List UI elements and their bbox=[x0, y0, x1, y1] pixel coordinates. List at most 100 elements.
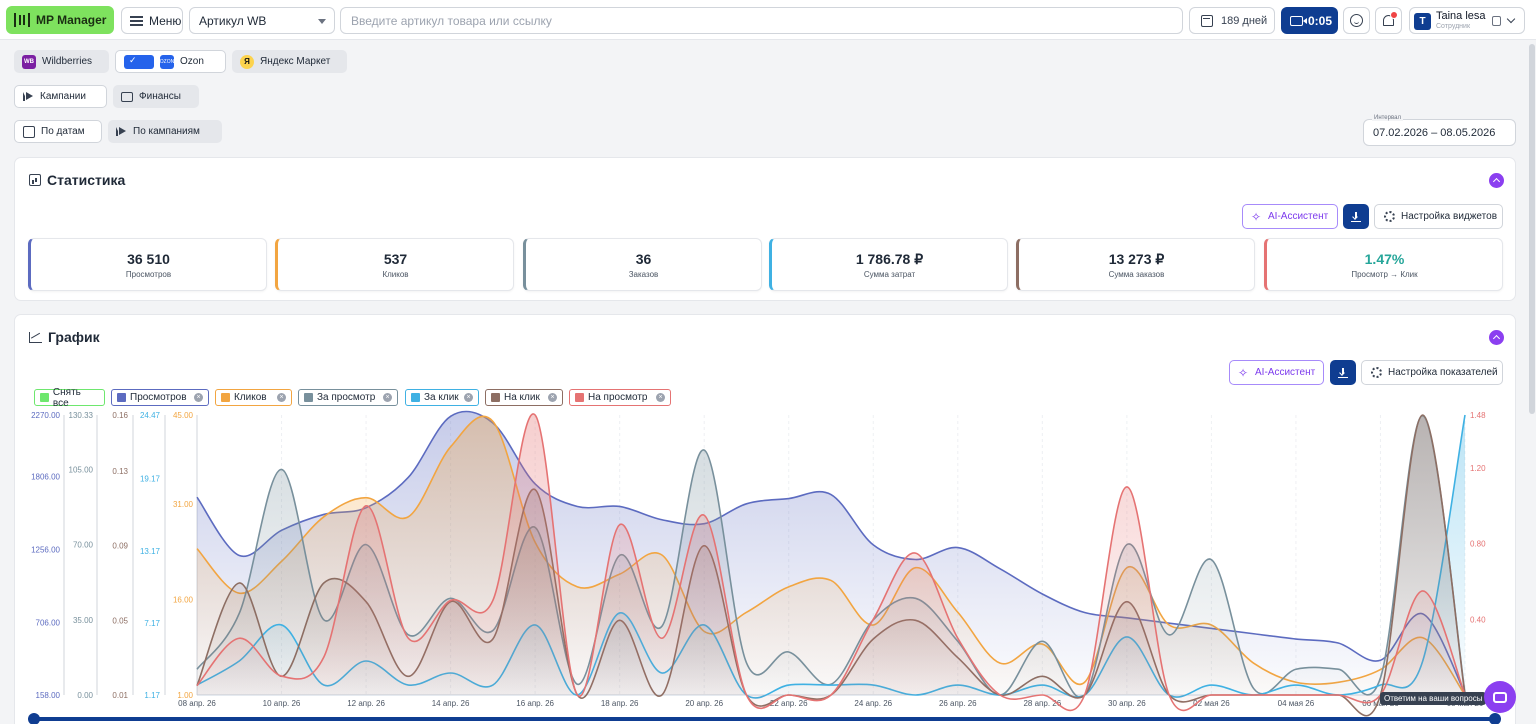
video-camera-icon bbox=[1290, 15, 1307, 26]
settings-label: Настройка показателей bbox=[1388, 367, 1498, 378]
video-timer-button[interactable]: 0:05 bbox=[1281, 7, 1338, 34]
legend-swatch bbox=[304, 393, 313, 402]
legend-item[interactable]: Снять все bbox=[34, 386, 105, 409]
scrollbar-thumb[interactable] bbox=[1529, 44, 1535, 414]
range-slider-start-handle[interactable] bbox=[28, 713, 40, 724]
legend-item[interactable]: За клик × bbox=[405, 389, 479, 406]
subscription-days-button[interactable]: 189 дней bbox=[1189, 7, 1275, 34]
interval-label: Интервал bbox=[1372, 115, 1403, 121]
marketplace-ozon[interactable]: OZON Ozon bbox=[115, 50, 226, 73]
kpi-label: Сумма заказов bbox=[1108, 270, 1165, 279]
download-button[interactable] bbox=[1343, 204, 1369, 229]
view-by-dates[interactable]: По датам bbox=[14, 120, 102, 143]
page-scrollbar[interactable] bbox=[1528, 40, 1536, 724]
remove-series-icon[interactable]: × bbox=[383, 393, 392, 402]
kpi-orders: 36 Заказов bbox=[523, 238, 762, 291]
days-label: 189 дней bbox=[1221, 14, 1268, 27]
hamburger-icon bbox=[130, 15, 143, 26]
article-type-value: Артикул WB bbox=[199, 13, 267, 28]
barcode-icon bbox=[14, 13, 30, 27]
legend-label: На просмотр bbox=[588, 392, 648, 403]
ozon-toggle[interactable] bbox=[124, 54, 154, 69]
card-title-text: График bbox=[48, 329, 100, 345]
kpi-value: 36 510 bbox=[127, 251, 170, 267]
search-input[interactable] bbox=[340, 7, 1183, 34]
tab-label: Кампании bbox=[40, 91, 86, 102]
range-slider-track[interactable] bbox=[33, 717, 1495, 721]
kpi-label: Кликов bbox=[382, 270, 409, 279]
view-label: По датам bbox=[41, 126, 85, 137]
megaphone-icon bbox=[116, 127, 127, 136]
legend-item[interactable]: На просмотр × bbox=[569, 389, 671, 406]
graph-card: График ✧ AI-Ассистент Настройка показате… bbox=[14, 314, 1516, 724]
marketplace-label: Яндекс Маркет bbox=[260, 56, 331, 67]
statistics-card: Статистика ✧ AI-Ассистент Настройка видж… bbox=[14, 157, 1516, 301]
emoji-button[interactable] bbox=[1343, 7, 1370, 34]
marketplace-yandex[interactable]: Я Яндекс Маркет bbox=[232, 50, 347, 73]
ai-label: AI-Ассистент bbox=[1255, 367, 1316, 378]
remove-series-icon[interactable]: × bbox=[464, 393, 473, 402]
kpi-value: 36 bbox=[635, 251, 652, 267]
chevron-down-icon bbox=[318, 19, 326, 24]
legend-item[interactable]: На клик × bbox=[485, 389, 563, 406]
legend-swatch bbox=[40, 393, 49, 402]
user-role: Сотрудник bbox=[1436, 23, 1471, 30]
legend-label: Снять все bbox=[52, 386, 81, 409]
remove-series-icon[interactable]: × bbox=[548, 393, 557, 402]
tab-label: Финансы bbox=[139, 91, 181, 102]
range-slider-end-handle[interactable] bbox=[1489, 713, 1501, 724]
user-menu[interactable]: T Taina lesa Сотрудник bbox=[1409, 7, 1525, 34]
tab-finance[interactable]: Финансы bbox=[113, 85, 199, 108]
card-title-text: Статистика bbox=[47, 172, 126, 188]
kpi-label: Сумма затрат bbox=[863, 270, 916, 279]
download-icon bbox=[1351, 211, 1361, 222]
logo-text: MP Manager bbox=[36, 13, 107, 27]
metric-settings-button[interactable]: Настройка показателей bbox=[1361, 360, 1503, 385]
ozon-logo-icon: OZON bbox=[160, 54, 174, 69]
collapse-button[interactable] bbox=[1489, 330, 1504, 345]
article-type-select[interactable]: Артикул WB bbox=[189, 7, 335, 34]
menu-label: Меню bbox=[149, 13, 182, 28]
calendar-icon bbox=[1201, 14, 1213, 27]
view-by-campaigns[interactable]: По кампаниям bbox=[108, 120, 222, 143]
copy-icon[interactable] bbox=[1492, 16, 1501, 26]
top-bar: MP Manager Меню Артикул WB 189 дней 0:05… bbox=[0, 0, 1536, 40]
marketplace-wildberries[interactable]: WB Wildberries bbox=[14, 50, 109, 73]
remove-series-icon[interactable]: × bbox=[194, 393, 203, 402]
collapse-button[interactable] bbox=[1489, 173, 1504, 188]
legend-label: Просмотров bbox=[130, 392, 187, 403]
view-label: По кампаниям bbox=[133, 126, 200, 137]
chat-icon bbox=[1493, 691, 1507, 703]
download-button[interactable] bbox=[1330, 360, 1356, 385]
help-tooltip: Ответим на ваши вопросы bbox=[1380, 692, 1487, 705]
kpi-label: Заказов bbox=[628, 270, 659, 279]
ai-assistant-button[interactable]: ✧ AI-Ассистент bbox=[1242, 204, 1338, 229]
kpi-order-sum: 13 273 ₽ Сумма заказов bbox=[1016, 238, 1255, 291]
legend-swatch bbox=[411, 393, 420, 402]
kpi-clicks: 537 Кликов bbox=[275, 238, 514, 291]
kpi-ctr: 1.47% Просмотр → Клик bbox=[1264, 238, 1503, 291]
tab-campaigns[interactable]: Кампании bbox=[14, 85, 107, 108]
legend-item[interactable]: За просмотр × bbox=[298, 389, 398, 406]
support-chat-button[interactable] bbox=[1484, 681, 1516, 713]
calendar-icon bbox=[23, 125, 35, 138]
marketplace-label: Wildberries bbox=[42, 56, 93, 67]
remove-series-icon[interactable]: × bbox=[277, 393, 286, 402]
legend-label: На клик bbox=[504, 392, 540, 403]
logo-button[interactable]: MP Manager bbox=[6, 6, 114, 34]
menu-button[interactable]: Меню bbox=[121, 7, 183, 34]
date-interval-picker[interactable]: Интервал 07.02.2026 – 08.05.2026 bbox=[1363, 115, 1516, 146]
widget-settings-button[interactable]: Настройка виджетов bbox=[1374, 204, 1503, 229]
legend-label: Кликов bbox=[234, 392, 267, 403]
remove-series-icon[interactable]: × bbox=[656, 393, 665, 402]
settings-label: Настройка виджетов bbox=[1401, 211, 1498, 222]
legend-item[interactable]: Кликов × bbox=[215, 389, 292, 406]
graph-title: График bbox=[29, 329, 100, 345]
legend-swatch bbox=[117, 393, 126, 402]
ai-assistant-button[interactable]: ✧ AI-Ассистент bbox=[1229, 360, 1324, 385]
notifications-button[interactable] bbox=[1375, 7, 1402, 34]
line-chart-icon bbox=[29, 331, 42, 343]
legend-item[interactable]: Просмотров × bbox=[111, 389, 209, 406]
timer-label: 0:05 bbox=[1308, 13, 1333, 28]
kpi-spend: 1 786.78 ₽ Сумма затрат bbox=[769, 238, 1008, 291]
